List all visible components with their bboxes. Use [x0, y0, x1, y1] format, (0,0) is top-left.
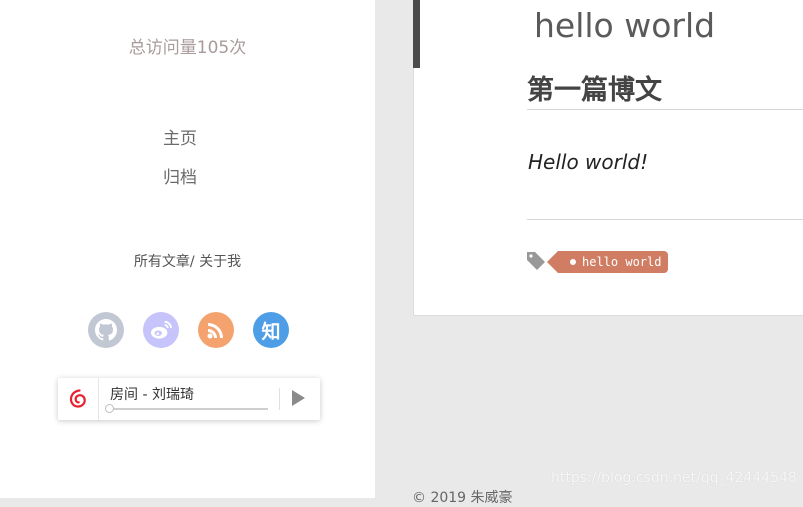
csdn-watermark: https://blog.csdn.net/qq_42444548: [551, 470, 797, 486]
sidebar: 总访问量105次 主页 归档 所有文章/ 关于我 知 房间 - 刘瑞琦: [0, 0, 375, 498]
post-header-title[interactable]: hello world: [534, 6, 715, 45]
sidebar-sub-links: 所有文章/ 关于我: [0, 251, 375, 271]
heading-divider: [527, 109, 803, 110]
body-divider: [527, 219, 803, 220]
zhihu-icon[interactable]: 知: [253, 312, 289, 348]
link-separator: /: [189, 254, 195, 270]
all-posts-link[interactable]: 所有文章: [134, 254, 190, 270]
rss-icon[interactable]: [198, 312, 234, 348]
about-me-link[interactable]: 关于我: [199, 254, 241, 270]
tag-hole: [570, 259, 576, 265]
netease-music-icon: [58, 378, 99, 420]
post-heading: 第一篇博文: [527, 75, 662, 106]
post-body-text: Hello world!: [528, 150, 649, 174]
song-title: 房间 - 刘瑞琦: [110, 387, 194, 403]
post-accent-bar: [413, 0, 420, 68]
nav-link-archive[interactable]: 归档: [0, 163, 360, 188]
player-divider: [279, 388, 280, 410]
tags-icon: [526, 251, 546, 275]
music-player: 房间 - 刘瑞琦: [58, 378, 320, 420]
github-icon[interactable]: [88, 312, 124, 348]
footer-copyright: © 2019 朱威豪: [412, 490, 513, 506]
progress-knob[interactable]: [105, 404, 114, 413]
progress-track[interactable]: [108, 408, 268, 410]
post-tag[interactable]: hello world: [546, 251, 669, 273]
weibo-icon[interactable]: [143, 312, 179, 348]
nav-link-home[interactable]: 主页: [0, 124, 360, 149]
post-tag-label: hello world: [582, 255, 662, 269]
visit-counter: 总访问量105次: [128, 38, 247, 58]
play-icon[interactable]: [292, 390, 305, 406]
